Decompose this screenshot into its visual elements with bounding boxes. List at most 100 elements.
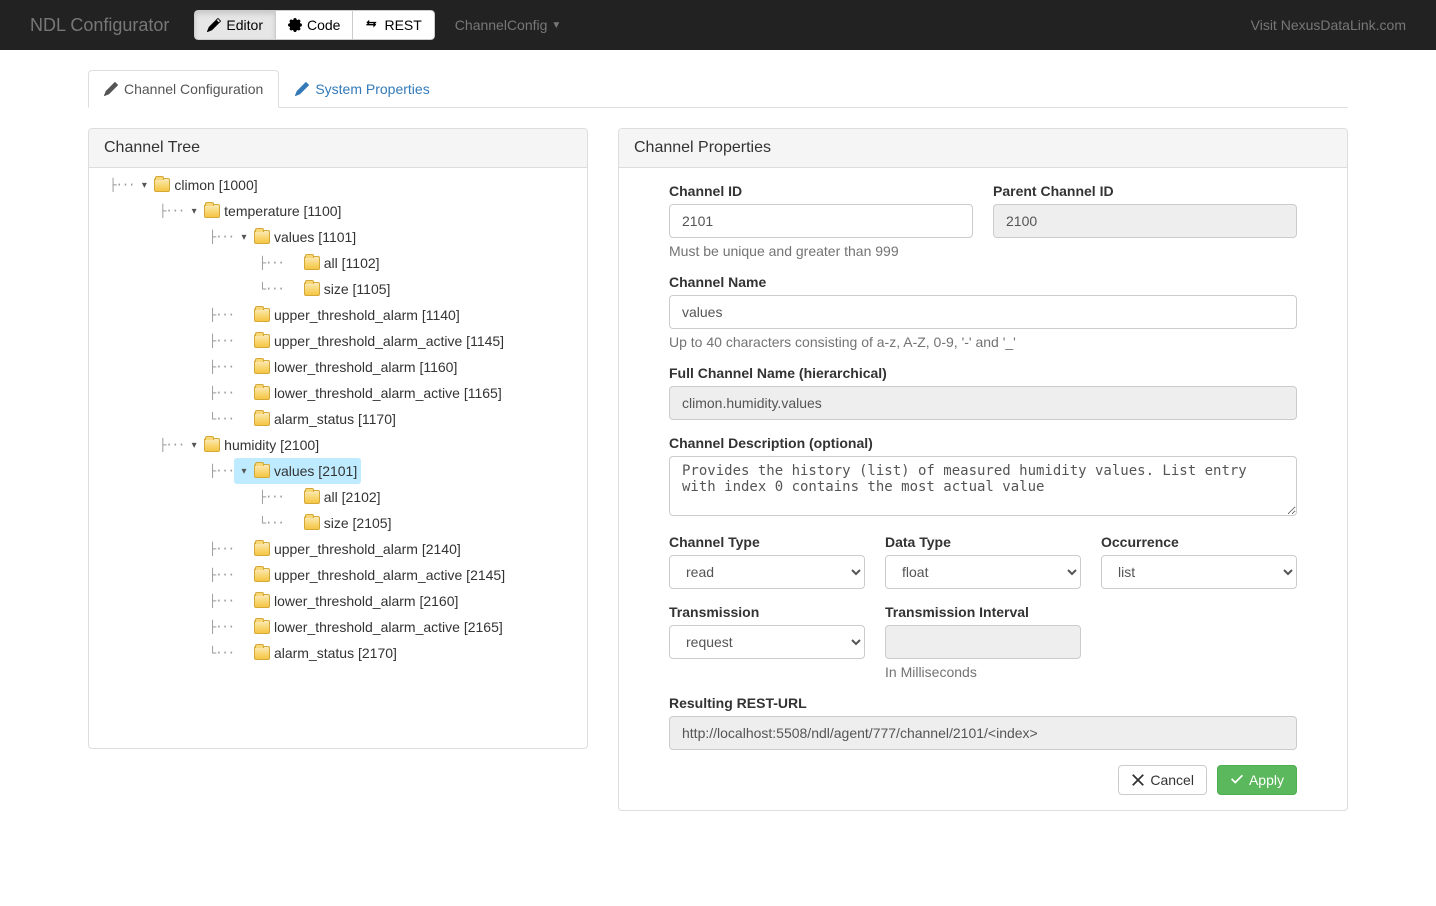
tree-node[interactable]: lower_threshold_alarm [1160] [234,354,461,380]
tree-branch: └··· [97,516,284,530]
tree-node-label: lower_threshold_alarm_active [1165] [274,385,502,401]
interval-input [885,625,1081,659]
tree-node[interactable]: ▾values [1101] [234,224,360,250]
tab-label: System Properties [315,81,429,97]
folder-icon [154,178,170,192]
tree-node[interactable]: ▾humidity [2100] [184,432,323,458]
channelconfig-dropdown[interactable]: ChannelConfig ▼ [455,17,562,33]
rest-button-label: REST [384,17,421,33]
tree-row: ├···all [1102] [97,250,587,276]
transmission-label: Transmission [669,604,865,620]
edit-icon [295,82,309,96]
type-label: Channel Type [669,534,865,550]
desc-label: Channel Description (optional) [669,435,1297,451]
type-select[interactable]: read [669,555,865,589]
tree-node[interactable]: lower_threshold_alarm_active [2165] [234,614,507,640]
tree-row: └···size [1105] [97,276,587,302]
tree-row: └··· alarm_status [1170] [97,406,587,432]
close-icon [1131,773,1145,787]
tree-node[interactable]: upper_threshold_alarm_active [2145] [234,562,509,588]
transmission-select[interactable]: request [669,625,865,659]
tree-branch: ├··· [97,438,184,452]
props-heading: Channel Properties [619,129,1347,168]
tree-branch: ├··· [97,594,234,608]
tree-node[interactable]: alarm_status [1170] [234,406,400,432]
interval-label: Transmission Interval [885,604,1081,620]
editor-button-label: Editor [226,17,263,33]
channel-id-input[interactable] [669,204,973,238]
tree-node-label: upper_threshold_alarm_active [2145] [274,567,505,583]
channel-tree-panel: Channel Tree ├···▾climon [1000] ├···▾tem… [88,128,588,749]
tree-node[interactable]: lower_threshold_alarm [2160] [234,588,462,614]
name-label: Channel Name [669,274,1297,290]
tree-node-label: lower_threshold_alarm [2160] [274,593,458,609]
folder-icon [204,204,220,218]
folder-icon [254,386,270,400]
toggle-icon[interactable]: ▾ [238,232,250,243]
tree-node[interactable]: upper_threshold_alarm [2140] [234,536,465,562]
toggle-icon[interactable]: ▾ [138,180,150,191]
tree-branch: ├··· [97,464,234,478]
tree-node[interactable]: size [2105] [284,510,396,536]
tree-node-label: alarm_status [1170] [274,411,396,427]
tree-node[interactable]: ▾ values [2101] [234,458,361,484]
folder-icon [254,646,270,660]
editor-button[interactable]: Editor [194,10,275,40]
folder-icon [254,334,270,348]
datatype-select[interactable]: float [885,555,1081,589]
fullname-input [669,386,1297,420]
tree-node[interactable]: upper_threshold_alarm_active [1145] [234,328,508,354]
tree-row: ├···▾values [1101] [97,224,587,250]
apply-label: Apply [1249,772,1284,788]
toggle-icon[interactable]: ▾ [238,466,250,477]
tree-branch: ├··· [97,308,234,322]
tree-row: ├··· lower_threshold_alarm [2160] [97,588,587,614]
tree-node[interactable]: ▾climon [1000] [134,172,261,198]
toggle-icon[interactable]: ▾ [188,440,200,451]
tree-branch: ├··· [97,490,284,504]
tree-row: ├··· ▾ values [2101] [97,458,587,484]
tree-node[interactable]: size [1105] [284,276,395,302]
tree-branch: ├··· [97,386,234,400]
rest-button[interactable]: REST [352,10,434,40]
tree-node[interactable]: all [2102] [284,484,385,510]
tree-node-label: lower_threshold_alarm_active [2165] [274,619,503,635]
tree-container[interactable]: ├··· ▾climon [1000] ├··· ▾temperature [110… [97,168,587,748]
tree-node-label: all [1102] [324,255,380,271]
tree-row: ├···upper_threshold_alarm [1140] [97,302,587,328]
interval-help: In Milliseconds [885,664,1081,680]
tabs: Channel Configuration System Properties [88,70,1348,108]
tree-branch: └··· [97,646,234,660]
cancel-button[interactable]: Cancel [1118,765,1207,795]
transfer-icon [365,18,379,32]
tree-branch: ├··· [97,334,234,348]
view-switcher: Editor Code REST [194,10,434,40]
tree-node-label: values [2101] [274,463,357,479]
tree-branch: └··· [97,412,234,426]
tree-node[interactable]: upper_threshold_alarm [1140] [234,302,464,328]
folder-icon [254,620,270,634]
folder-icon [254,308,270,322]
tree-node[interactable]: ▾temperature [1100] [184,198,345,224]
occurrence-select[interactable]: list [1101,555,1297,589]
name-input[interactable] [669,295,1297,329]
folder-icon [254,412,270,426]
url-input [669,716,1297,750]
toggle-icon[interactable]: ▾ [188,206,200,217]
folder-icon [254,542,270,556]
tree-row: ├···lower_threshold_alarm_active [2165] [97,614,587,640]
tree-node-label: upper_threshold_alarm [2140] [274,541,461,557]
brand: NDL Configurator [15,15,184,36]
visit-link[interactable]: Visit NexusDataLink.com [1251,17,1421,33]
code-button[interactable]: Code [275,10,352,40]
tree-row: ├···upper_threshold_alarm_active [2145] [97,562,587,588]
tree-node[interactable]: lower_threshold_alarm_active [1165] [234,380,506,406]
tab-channel-config[interactable]: Channel Configuration [88,70,279,108]
tree-node[interactable]: all [1102] [284,250,384,276]
channel-id-label: Channel ID [669,183,973,199]
apply-button[interactable]: Apply [1217,765,1297,795]
tree-node[interactable]: alarm_status [2170] [234,640,401,666]
desc-textarea[interactable]: Provides the history (list) of measured … [669,456,1297,516]
tab-system-properties[interactable]: System Properties [279,70,445,108]
folder-icon [254,568,270,582]
